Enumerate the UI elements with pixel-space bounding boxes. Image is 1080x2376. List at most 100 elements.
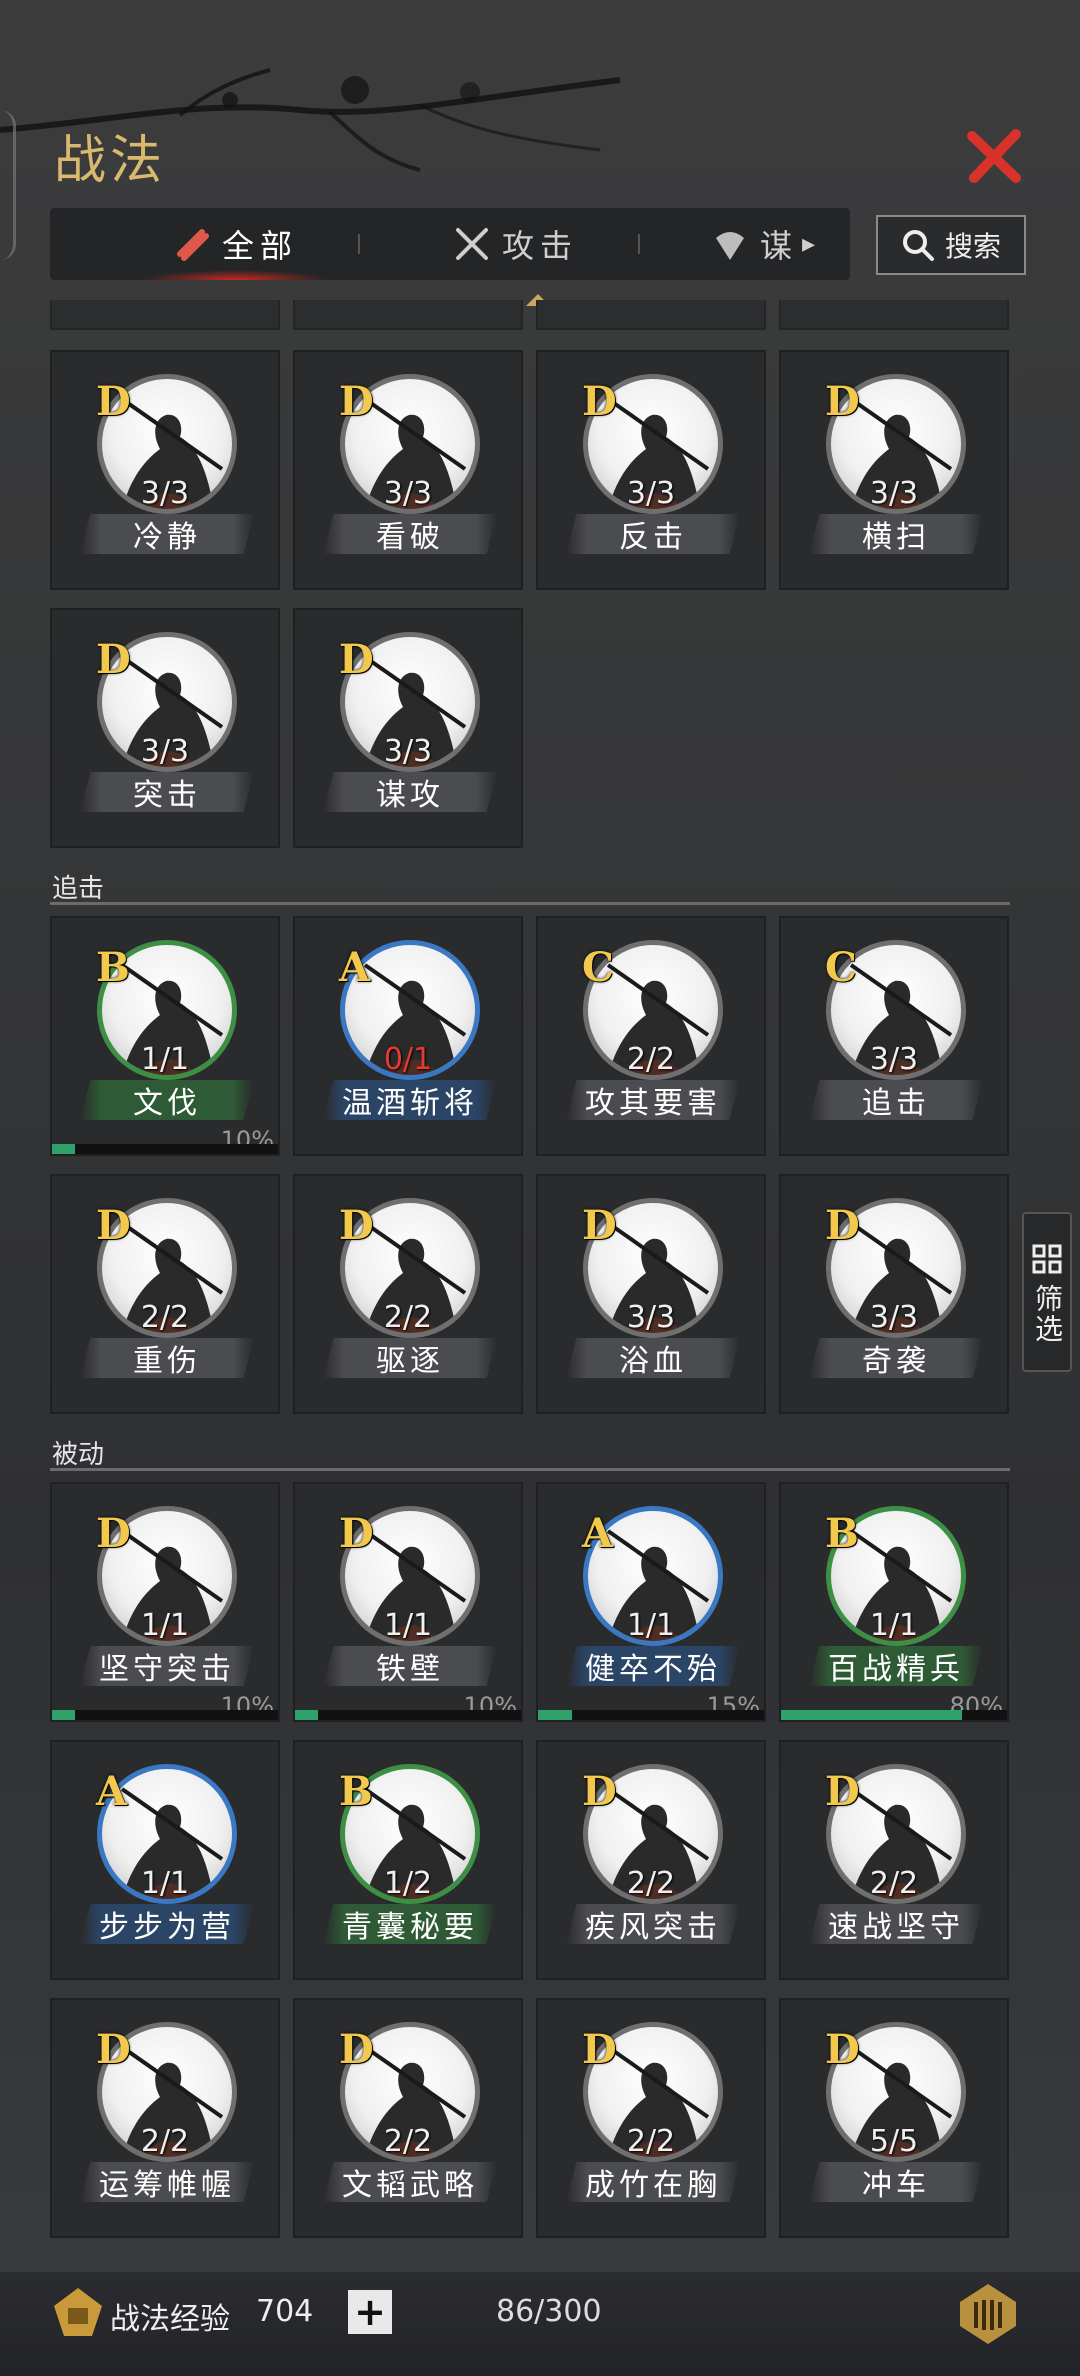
tactic-name: 青囊秘要 (323, 1904, 497, 1944)
tactic-name: 攻其要害 (566, 1080, 740, 1120)
grade-badge: D (339, 1510, 374, 1557)
tactic-card[interactable]: C 2/2 攻其要害 (536, 916, 766, 1156)
tactic-card[interactable]: D 1/1 坚守突击 10% (50, 1482, 280, 1722)
progress-bar (52, 1710, 278, 1720)
search-button[interactable]: 搜索 (876, 215, 1026, 275)
tab-strategy[interactable]: 谋 ▸ (710, 208, 850, 280)
grade-badge: A (339, 944, 371, 991)
tab-bar: 全部 攻击 谋 ▸ (50, 208, 850, 280)
tactic-card[interactable]: D 3/3 反击 (536, 350, 766, 590)
search-icon (902, 230, 934, 261)
tactic-card[interactable]: D 3/3 奇袭 (779, 1174, 1009, 1414)
section-divider (50, 902, 1010, 905)
grade-badge: D (825, 378, 860, 425)
tab-all-label: 全部 (221, 227, 298, 265)
tactic-card[interactable]: D 2/2 疾风突击 (536, 1740, 766, 1980)
tactic-count: 2/2 (626, 1866, 676, 1901)
page-title: 战法 (54, 131, 167, 191)
grade-badge: D (825, 2026, 860, 2073)
storehouse-icon[interactable] (956, 2282, 1020, 2346)
tactic-name: 看破 (323, 514, 497, 554)
tactic-name: 文伐 (80, 1080, 254, 1120)
grade-badge: D (96, 2026, 131, 2073)
progress-fill (52, 1144, 75, 1154)
grade-badge: D (582, 2026, 617, 2073)
close-button[interactable] (962, 124, 1026, 188)
tactic-count: 3/3 (869, 1042, 919, 1077)
tactic-card[interactable]: D 5/5 冲车 (779, 1998, 1009, 2238)
tactic-card[interactable]: D 2/2 重伤 (50, 1174, 280, 1414)
tactic-name: 百战精兵 (809, 1646, 983, 1686)
tactic-card[interactable]: B 1/2 青囊秘要 (293, 1740, 523, 1980)
tactic-count: 5/5 (869, 2124, 919, 2159)
tactic-count: 3/3 (626, 476, 676, 511)
tactic-card[interactable]: A 1/1 健卒不殆 15% (536, 1482, 766, 1722)
chevron-right-icon[interactable]: ▸ (802, 229, 821, 259)
exp-value: 704 (256, 2294, 314, 2329)
progress-fill (295, 1710, 318, 1720)
progress-bar (52, 1144, 278, 1154)
filter-button[interactable]: 筛选 (1022, 1212, 1072, 1372)
tactic-name: 冷静 (80, 514, 254, 554)
tactic-name: 运筹帷幄 (80, 2162, 254, 2202)
grade-badge: D (582, 378, 617, 425)
tactic-card[interactable]: D 2/2 速战坚守 (779, 1740, 1009, 1980)
progress-fill (781, 1710, 962, 1720)
grade-badge: D (582, 1202, 617, 1249)
tactic-capacity: 86/300 (496, 2294, 602, 2329)
tactic-count: 2/2 (869, 1866, 919, 1901)
tactic-name: 速战坚守 (809, 1904, 983, 1944)
grade-badge: B (339, 1768, 373, 1815)
tactic-card[interactable]: D 1/1 铁壁 10% (293, 1482, 523, 1722)
tactic-card[interactable]: B 1/1 文伐 10% (50, 916, 280, 1156)
progress-fill (52, 1710, 75, 1720)
tactic-count: 2/2 (383, 2124, 433, 2159)
tactic-name: 文韬武略 (323, 2162, 497, 2202)
tab-separator (358, 234, 360, 254)
tactic-card[interactable]: D 2/2 驱逐 (293, 1174, 523, 1414)
search-label: 搜索 (944, 230, 1001, 263)
tactic-card[interactable]: D 3/3 浴血 (536, 1174, 766, 1414)
tactic-name: 驱逐 (323, 1338, 497, 1378)
tactic-count: 1/1 (140, 1608, 190, 1643)
tactic-card[interactable]: D 2/2 成竹在胸 (536, 1998, 766, 2238)
tactic-card[interactable]: D 3/3 冷静 (50, 350, 280, 590)
tactic-name: 成竹在胸 (566, 2162, 740, 2202)
grade-badge: D (96, 1510, 131, 1557)
tab-attack[interactable]: 攻击 (400, 208, 630, 280)
tab-strategy-label: 谋 (760, 227, 799, 265)
tactic-card[interactable]: D 2/2 运筹帷幄 (50, 1998, 280, 2238)
tactic-count: 3/3 (626, 1300, 676, 1335)
tactic-card[interactable]: A 1/1 步步为营 (50, 1740, 280, 1980)
tactic-card[interactable]: D 2/2 文韬武略 (293, 1998, 523, 2238)
tactic-card[interactable]: D 3/3 突击 (50, 608, 280, 848)
close-icon (967, 129, 1021, 183)
tactic-card[interactable]: A 0/1 温酒斩将 (293, 916, 523, 1156)
tactic-name: 奇袭 (809, 1338, 983, 1378)
tactic-count: 2/2 (626, 2124, 676, 2159)
section-title-passive: 被动 (52, 1440, 105, 1470)
exp-label: 战法经验 (110, 2302, 230, 2337)
tactic-card[interactable]: D 3/3 谋攻 (293, 608, 523, 848)
add-exp-button[interactable]: + (348, 2290, 392, 2334)
tactic-name: 健卒不殆 (566, 1646, 740, 1686)
grade-badge: D (339, 2026, 374, 2073)
grade-badge: D (825, 1768, 860, 1815)
grade-badge: D (96, 1202, 131, 1249)
tactic-card[interactable]: B 1/1 百战精兵 80% (779, 1482, 1009, 1722)
tactic-count: 0/1 (383, 1042, 433, 1077)
tab-separator (638, 234, 640, 254)
grade-badge: D (339, 378, 374, 425)
tactic-count: 2/2 (383, 1300, 433, 1335)
tactic-count: 1/1 (140, 1866, 190, 1901)
tactic-count: 2/2 (626, 1042, 676, 1077)
grade-badge: B (825, 1510, 859, 1557)
tactic-card[interactable]: D 3/3 看破 (293, 350, 523, 590)
grade-badge: D (96, 378, 131, 425)
tactic-card[interactable]: C 3/3 追击 (779, 916, 1009, 1156)
tab-all[interactable]: 全部 (120, 208, 350, 280)
tactic-name: 反击 (566, 514, 740, 554)
tactic-name: 步步为营 (80, 1904, 254, 1944)
tactic-card[interactable]: D 3/3 横扫 (779, 350, 1009, 590)
tactic-count: 3/3 (869, 476, 919, 511)
